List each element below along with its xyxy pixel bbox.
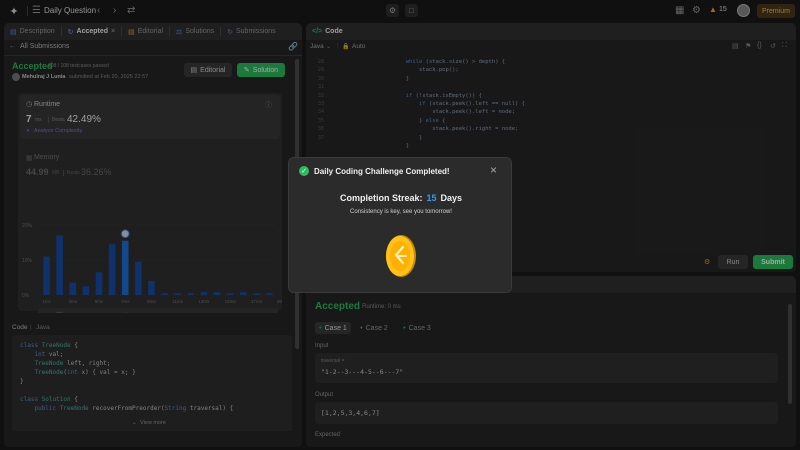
gold-coin-icon bbox=[386, 235, 416, 277]
streak-unit: Days bbox=[440, 193, 463, 203]
challenge-completed-modal: ✓ Daily Coding Challenge Completed! × Co… bbox=[288, 157, 512, 293]
modal-message: Consistency is key, see you tomorrow! bbox=[350, 209, 452, 215]
streak-value: 15 bbox=[426, 193, 437, 203]
check-circle-icon: ✓ bbox=[299, 166, 309, 176]
modal-title: Daily Coding Challenge Completed! bbox=[314, 167, 450, 176]
streak-label: Completion Streak: bbox=[339, 193, 423, 203]
close-icon[interactable]: × bbox=[490, 163, 497, 177]
